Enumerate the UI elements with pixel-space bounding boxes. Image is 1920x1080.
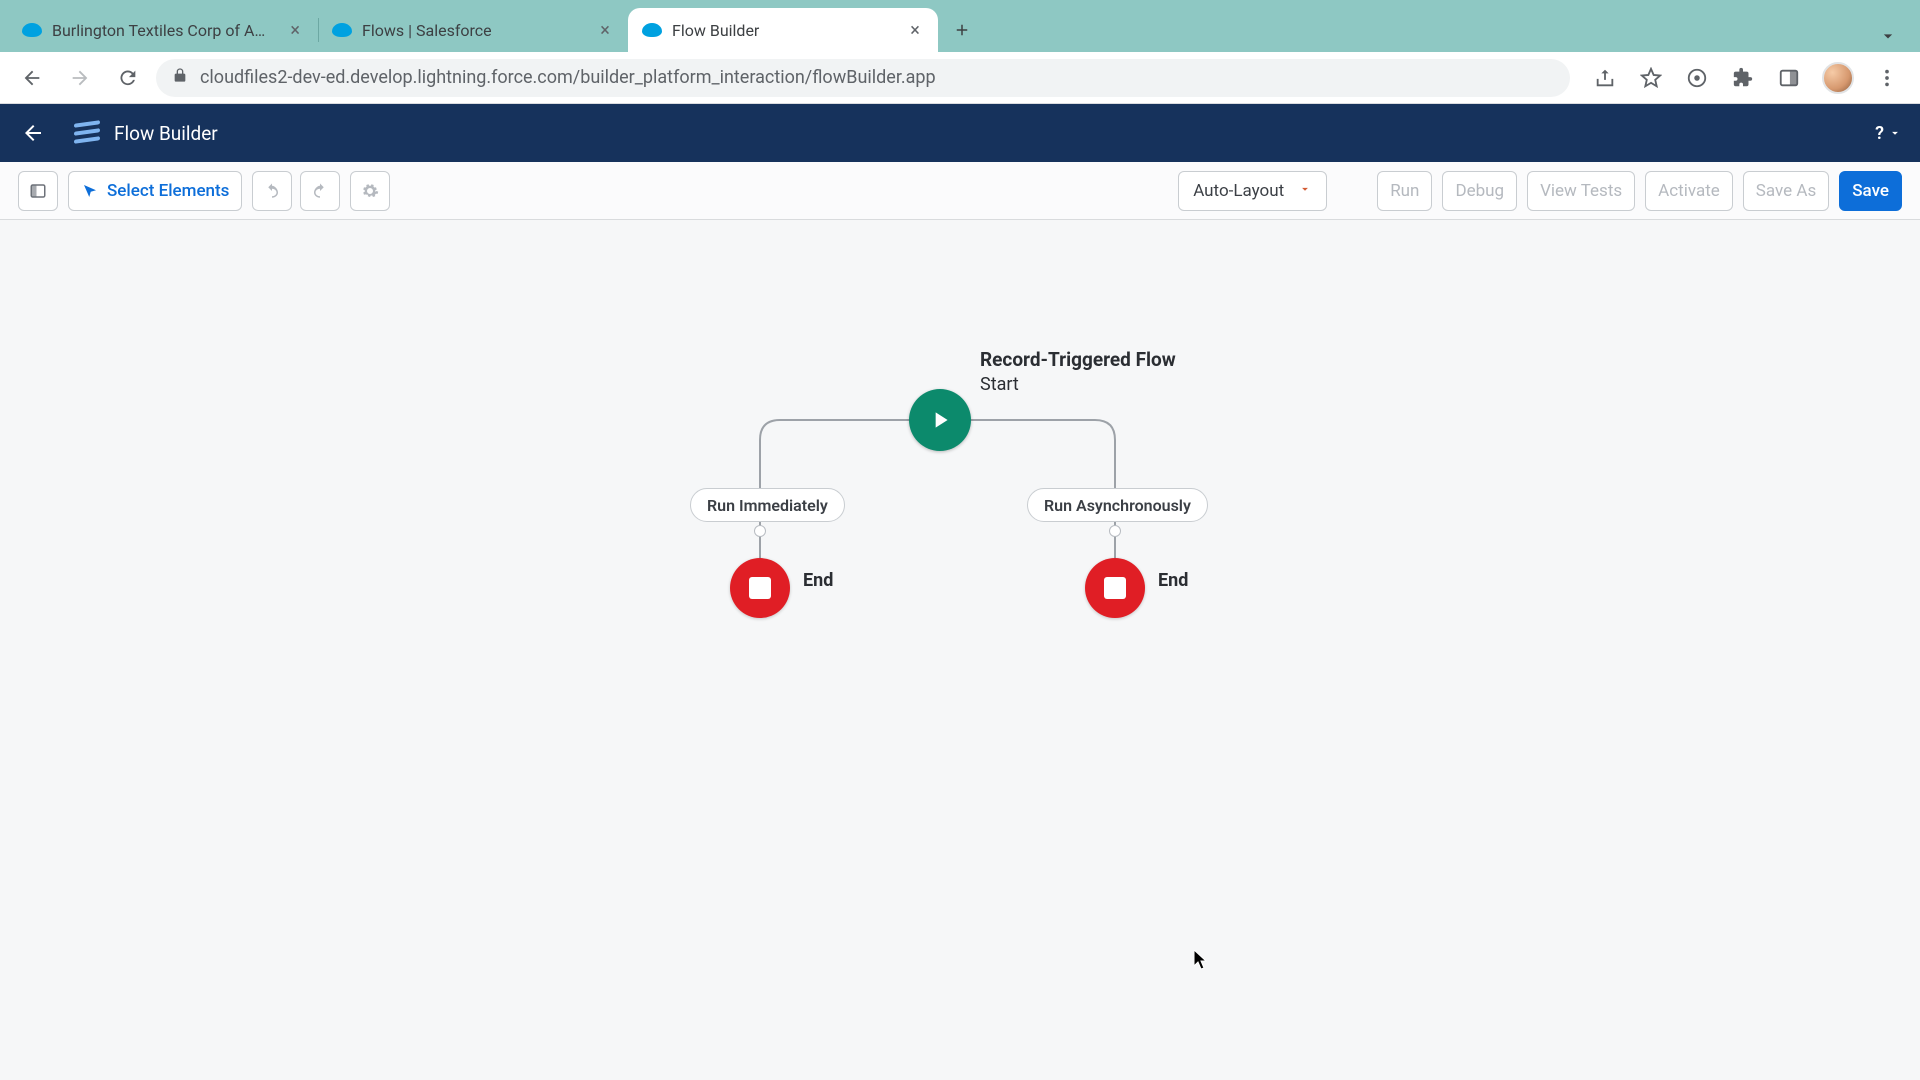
extensions-icon[interactable] xyxy=(1730,65,1756,91)
arrow-left-icon xyxy=(21,67,43,89)
tabstrip-overflow[interactable] xyxy=(1878,26,1912,52)
debug-button[interactable]: Debug xyxy=(1442,171,1517,211)
flow-connectors xyxy=(0,220,1920,1080)
save-button[interactable]: Save xyxy=(1839,171,1902,211)
reload-button[interactable] xyxy=(108,58,148,98)
layout-mode-label: Auto-Layout xyxy=(1193,181,1284,201)
flow-canvas[interactable]: Record-Triggered Flow Start Run Immediat… xyxy=(0,220,1920,1080)
start-node-title: Record-Triggered Flow xyxy=(980,348,1176,373)
add-element-right[interactable] xyxy=(1109,525,1121,537)
branch-run-immediately[interactable]: Run Immediately xyxy=(690,488,845,522)
kebab-menu-icon[interactable] xyxy=(1874,65,1900,91)
flow-builder-logo-icon xyxy=(74,122,100,144)
arrow-left-icon xyxy=(21,121,45,145)
app-back-button[interactable] xyxy=(18,118,48,148)
view-tests-button[interactable]: View Tests xyxy=(1527,171,1635,211)
lock-icon xyxy=(172,67,188,88)
browser-tab-strip: Burlington Textiles Corp of Am… × Flows … xyxy=(0,0,1920,52)
side-panel-icon[interactable] xyxy=(1776,65,1802,91)
chevron-down-icon xyxy=(1888,126,1902,140)
close-icon[interactable]: × xyxy=(286,21,304,39)
browser-tab[interactable]: Flows | Salesforce × xyxy=(318,8,628,52)
redo-button[interactable] xyxy=(300,171,340,211)
chevron-down-icon xyxy=(1878,26,1898,46)
undo-redo-group xyxy=(252,171,340,211)
back-button[interactable] xyxy=(12,58,52,98)
end-node-right[interactable] xyxy=(1085,558,1145,618)
branch-run-asynchronously[interactable]: Run Asynchronously xyxy=(1027,488,1208,522)
salesforce-cloud-icon xyxy=(332,23,352,37)
cursor-select-icon xyxy=(81,182,99,200)
gear-icon xyxy=(361,182,379,200)
browser-tab-active[interactable]: Flow Builder × xyxy=(628,8,938,52)
site-settings-icon[interactable] xyxy=(1684,65,1710,91)
settings-button[interactable] xyxy=(350,171,390,211)
undo-icon xyxy=(263,182,281,200)
save-as-button[interactable]: Save As xyxy=(1743,171,1829,211)
tab-title: Flows | Salesforce xyxy=(362,21,586,40)
help-button[interactable]: ? xyxy=(1875,123,1902,144)
toggle-left-panel-button[interactable] xyxy=(18,171,58,211)
builder-toolbar: Select Elements Auto-Layout Run Debug Vi… xyxy=(0,162,1920,220)
select-elements-label: Select Elements xyxy=(107,181,229,201)
url-input[interactable]: cloudfiles2-dev-ed.develop.lightning.for… xyxy=(156,59,1570,97)
panel-left-icon xyxy=(29,182,47,200)
start-node[interactable] xyxy=(909,389,971,451)
activate-button[interactable]: Activate xyxy=(1645,171,1733,211)
end-label-left: End xyxy=(803,570,833,591)
forward-button[interactable] xyxy=(60,58,100,98)
close-icon[interactable]: × xyxy=(596,21,614,39)
app-header: Flow Builder ? xyxy=(0,104,1920,162)
salesforce-cloud-icon xyxy=(642,23,662,37)
browser-address-bar: cloudfiles2-dev-ed.develop.lightning.for… xyxy=(0,52,1920,104)
play-icon xyxy=(927,407,953,433)
end-node-left[interactable] xyxy=(730,558,790,618)
browser-tab[interactable]: Burlington Textiles Corp of Am… × xyxy=(8,8,318,52)
start-node-label: Record-Triggered Flow Start xyxy=(980,348,1176,396)
chevron-down-icon xyxy=(1298,181,1312,201)
layout-mode-select[interactable]: Auto-Layout xyxy=(1178,171,1327,211)
address-actions xyxy=(1578,62,1908,94)
tab-title: Burlington Textiles Corp of Am… xyxy=(52,21,276,40)
run-button[interactable]: Run xyxy=(1377,171,1432,211)
help-icon: ? xyxy=(1875,123,1884,144)
url-text: cloudfiles2-dev-ed.develop.lightning.for… xyxy=(200,67,936,88)
end-label-right: End xyxy=(1158,570,1188,591)
salesforce-cloud-icon xyxy=(22,23,42,37)
plus-icon xyxy=(953,21,971,39)
add-element-left[interactable] xyxy=(754,525,766,537)
app-title: Flow Builder xyxy=(114,122,218,145)
share-icon[interactable] xyxy=(1592,65,1618,91)
arrow-right-icon xyxy=(69,67,91,89)
reload-icon xyxy=(117,67,139,89)
profile-avatar[interactable] xyxy=(1822,62,1854,94)
close-icon[interactable]: × xyxy=(906,21,924,39)
tab-title: Flow Builder xyxy=(672,21,896,40)
undo-button[interactable] xyxy=(252,171,292,211)
select-elements-button[interactable]: Select Elements xyxy=(68,171,242,211)
redo-icon xyxy=(311,182,329,200)
start-node-subtitle: Start xyxy=(980,374,1019,395)
bookmark-icon[interactable] xyxy=(1638,65,1664,91)
new-tab-button[interactable] xyxy=(944,12,980,48)
